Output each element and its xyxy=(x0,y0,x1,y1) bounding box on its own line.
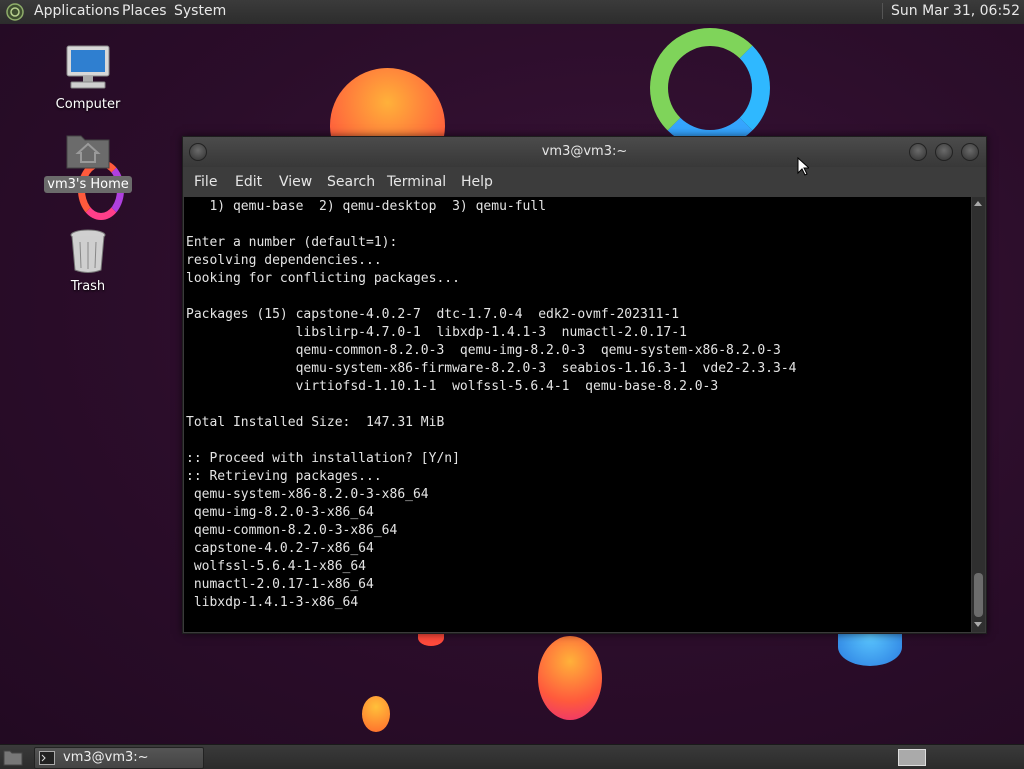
mouse-pointer-icon xyxy=(797,157,809,176)
terminal-line: Packages (15) capstone-4.0.2-7 dtc-1.7.0… xyxy=(186,307,680,322)
wallpaper-bottom-orange-blob xyxy=(538,636,602,720)
close-button[interactable] xyxy=(961,143,979,161)
terminal-line: virtiofsd-1.10.1-1 wolfssl-5.6.4-1 qemu-… xyxy=(186,379,719,394)
computer-icon xyxy=(66,45,110,89)
terminal-line: qemu-img-8.2.0-3-x86_64 xyxy=(186,505,374,520)
scroll-down-arrow-icon[interactable] xyxy=(974,622,982,627)
terminal-line: Enter a number (default=1): xyxy=(186,235,398,250)
trash-desktop-icon[interactable]: Trash xyxy=(43,228,133,295)
computer-label: Computer xyxy=(55,97,121,112)
window-title: vm3@vm3:~ xyxy=(541,144,628,159)
terminal-line: :: Proceed with installation? [Y/n] xyxy=(186,451,460,466)
terminal-line: libxdp-1.4.1-3-x86_64 xyxy=(186,595,359,610)
terminal-line: qemu-system-x86-8.2.0-3-x86_64 xyxy=(186,487,429,502)
menu-search[interactable]: Search xyxy=(327,174,375,190)
terminal-icon xyxy=(39,751,55,765)
terminal-line: :: Retrieving packages... xyxy=(186,469,382,484)
terminal-line: 1) qemu-base 2) qemu-desktop 3) qemu-ful… xyxy=(186,199,547,214)
computer-desktop-icon[interactable]: Computer xyxy=(43,44,133,113)
trash-icon xyxy=(70,229,106,273)
terminal-line: looking for conflicting packages... xyxy=(186,271,460,286)
places-menu[interactable]: Places xyxy=(122,3,167,19)
wallpaper-small-blob xyxy=(362,696,390,732)
taskbar-terminal-button[interactable]: vm3@vm3:~ xyxy=(34,747,204,769)
menu-terminal[interactable]: Terminal xyxy=(387,174,446,190)
workspace-switcher[interactable] xyxy=(898,749,926,766)
menu-file[interactable]: File xyxy=(194,174,217,190)
terminal-line: qemu-system-x86-firmware-8.2.0-3 seabios… xyxy=(186,361,797,376)
terminal-line: Total Installed Size: 147.31 MiB xyxy=(186,415,445,430)
terminal-text: 1) qemu-base 2) qemu-desktop 3) qemu-ful… xyxy=(184,197,971,612)
top-panel: Applications Places System Sun Mar 31, 0… xyxy=(0,0,1024,25)
terminal-window[interactable]: vm3@vm3:~ File Edit View Search Terminal… xyxy=(182,136,987,634)
terminal-line: libslirp-4.7.0-1 libxdp-1.4.1-3 numactl-… xyxy=(186,325,687,340)
system-menu[interactable]: System xyxy=(174,3,226,19)
home-label: vm3's Home xyxy=(44,176,132,193)
menu-help[interactable]: Help xyxy=(461,174,493,190)
terminal-line: qemu-common-8.2.0-3-x86_64 xyxy=(186,523,398,538)
maximize-button[interactable] xyxy=(935,143,953,161)
bottom-panel: vm3@vm3:~ xyxy=(0,744,1024,769)
terminal-line: resolving dependencies... xyxy=(186,253,382,268)
home-folder-icon xyxy=(66,135,110,169)
trash-label: Trash xyxy=(70,279,106,294)
show-desktop-icon[interactable] xyxy=(3,748,23,766)
terminal-line: capstone-4.0.2-7-x86_64 xyxy=(186,541,374,556)
scrollbar-thumb[interactable] xyxy=(974,573,983,617)
window-titlebar[interactable]: vm3@vm3:~ xyxy=(183,137,986,167)
terminal-line: wolfssl-5.6.4-1-x86_64 xyxy=(186,559,367,574)
window-menu-button[interactable] xyxy=(189,143,207,161)
window-menubar: File Edit View Search Terminal Help xyxy=(183,167,986,197)
terminal-scrollbar[interactable] xyxy=(972,197,985,632)
wallpaper-ring xyxy=(650,28,770,148)
minimize-button[interactable] xyxy=(909,143,927,161)
scroll-up-arrow-icon[interactable] xyxy=(974,201,982,206)
menu-edit[interactable]: Edit xyxy=(235,174,262,190)
applications-menu[interactable]: Applications xyxy=(34,3,120,19)
terminal-output[interactable]: 1) qemu-base 2) qemu-desktop 3) qemu-ful… xyxy=(184,197,971,632)
terminal-line: qemu-common-8.2.0-3 qemu-img-8.2.0-3 qem… xyxy=(186,343,781,358)
menu-view[interactable]: View xyxy=(279,174,312,190)
clock[interactable]: Sun Mar 31, 06:52 xyxy=(881,3,1020,19)
taskbar-terminal-label: vm3@vm3:~ xyxy=(63,750,149,765)
terminal-line: numactl-2.0.17-1-x86_64 xyxy=(186,577,374,592)
distro-logo-icon[interactable] xyxy=(6,3,24,21)
home-desktop-icon[interactable]: vm3's Home xyxy=(43,128,133,193)
